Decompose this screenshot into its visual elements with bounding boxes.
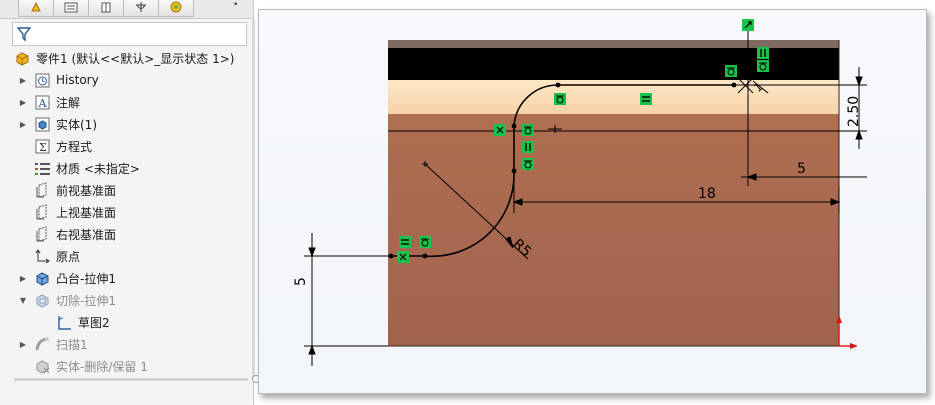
tree-item-label: 扫描1 bbox=[56, 337, 88, 352]
dim-offset-5[interactable]: 5 bbox=[797, 161, 806, 177]
tree-item[interactable]: ▶ 实体(1) bbox=[18, 114, 97, 134]
graphics-viewport[interactable]: R5 1 2.50 5 18 5 bbox=[258, 9, 927, 394]
tree-item[interactable]: Σ 方程式 bbox=[18, 136, 92, 156]
display-manager-icon bbox=[170, 1, 182, 13]
sketch-icon bbox=[56, 314, 73, 331]
equations-icon: Σ bbox=[34, 138, 51, 155]
dim-height-left-5-lines bbox=[304, 233, 391, 366]
svg-text:Σ: Σ bbox=[39, 141, 47, 154]
tree-item-label: 草图2 bbox=[78, 315, 110, 330]
svg-text:A: A bbox=[38, 97, 48, 110]
tree-part-root[interactable]: 零件1 (默认<<默认>_显示状态 1>) bbox=[14, 48, 234, 68]
tree-item[interactable]: 右视基准面 bbox=[18, 224, 116, 244]
plane-icon bbox=[34, 225, 51, 243]
part-body bbox=[388, 40, 840, 347]
coincident-relation-icon bbox=[397, 251, 409, 263]
tree-item-label: 注解 bbox=[56, 95, 81, 110]
tree-item-label: 上视基准面 bbox=[56, 205, 117, 220]
configuration-manager-icon bbox=[101, 2, 111, 13]
sketch-canvas[interactable]: R5 1 2.50 5 18 5 bbox=[259, 10, 926, 393]
fix-relation-icon bbox=[742, 19, 754, 31]
plane-icon bbox=[34, 181, 51, 199]
body-delete-icon bbox=[34, 358, 51, 375]
part-label: 零件1 (默认<<默认>_显示状态 1>) bbox=[36, 51, 235, 66]
tab-dimxpert-manager[interactable] bbox=[123, 0, 159, 17]
tree-item[interactable]: 前视基准面 bbox=[18, 180, 116, 200]
tree-item[interactable]: ▶ A 注解 bbox=[18, 92, 80, 112]
expand-arrow-icon[interactable]: ▶ bbox=[18, 76, 28, 85]
tab-property-manager[interactable] bbox=[53, 0, 89, 17]
tangent-relation-icon bbox=[522, 124, 534, 136]
origin-triad-icon bbox=[836, 315, 858, 349]
tree-item[interactable]: 实体-删除/保留 1 bbox=[18, 356, 148, 376]
tree-item-label: 方程式 bbox=[56, 139, 93, 154]
tree-item[interactable]: 上视基准面 bbox=[18, 202, 116, 222]
tree-item[interactable]: 材质 <未指定> bbox=[18, 158, 140, 178]
feature-filter-input[interactable] bbox=[12, 22, 247, 46]
tab-display-manager[interactable] bbox=[158, 0, 194, 17]
tree-item[interactable]: ▶ 凸台-拉伸1 bbox=[18, 268, 116, 288]
tree-item-label: 右视基准面 bbox=[56, 227, 117, 242]
expand-arrow-icon[interactable]: ▶ bbox=[18, 340, 28, 349]
panel-horizontal-scrollbar[interactable] bbox=[14, 378, 248, 381]
horizontal-relation-icon bbox=[399, 236, 411, 248]
tree-item-label: 切除-拉伸1 bbox=[56, 293, 116, 308]
expand-arrow-icon[interactable]: ▶ bbox=[18, 98, 28, 107]
plane-icon bbox=[34, 203, 51, 221]
tangent-relation-icon bbox=[522, 158, 534, 170]
history-icon bbox=[34, 72, 51, 89]
tree-item-label: 实体-删除/保留 1 bbox=[56, 359, 148, 374]
part-icon bbox=[14, 50, 31, 67]
tree-item-label: History bbox=[56, 73, 99, 87]
dim-width-18[interactable]: 18 bbox=[698, 186, 716, 202]
expand-arrow-icon[interactable]: ▶ bbox=[18, 120, 28, 129]
dim-height-left-5[interactable]: 5 bbox=[293, 277, 309, 286]
tree-item-label: 实体(1) bbox=[56, 117, 97, 132]
dimxpert-icon bbox=[136, 2, 146, 12]
horizontal-relation-icon bbox=[640, 93, 652, 105]
coincident-relation-icon bbox=[494, 124, 506, 136]
annotations-icon: A bbox=[34, 94, 51, 111]
expand-arrow-icon[interactable]: ▶ bbox=[18, 274, 28, 283]
filter-icon bbox=[16, 27, 32, 42]
vertical-relation-icon bbox=[522, 141, 534, 153]
material-icon bbox=[34, 160, 51, 177]
cut-extrude-icon bbox=[34, 292, 51, 309]
tree-item[interactable]: ▼ 切除-拉伸1 bbox=[18, 290, 116, 310]
tab-configuration-manager[interactable] bbox=[88, 0, 124, 17]
solid-bodies-icon bbox=[34, 116, 51, 133]
tree-item-label: 凸台-拉伸1 bbox=[56, 271, 116, 286]
tangent-relation-icon bbox=[554, 93, 566, 105]
tree-item-label: 前视基准面 bbox=[56, 183, 117, 198]
tree-item[interactable]: 草图2 bbox=[40, 312, 110, 332]
feature-manager-panel: • 零件1 (默认<<默认>_显示状态 1>) ▶ History ▶ A 注解 ▶ 实体(… bbox=[0, 0, 260, 405]
sweep-icon bbox=[34, 336, 51, 353]
origin-icon bbox=[34, 248, 51, 265]
tangent-relation-icon bbox=[725, 65, 737, 77]
feature-manager-icon bbox=[31, 1, 41, 12]
tree-item[interactable]: ▶ 扫描1 bbox=[18, 334, 88, 354]
dim-height-2-50[interactable]: 2.50 bbox=[846, 96, 862, 127]
tree-item[interactable]: ▶ History bbox=[18, 70, 99, 90]
tree-item[interactable]: 原点 bbox=[18, 246, 80, 266]
tab-feature-manager[interactable] bbox=[18, 0, 54, 17]
tabs-overflow-chevron-icon[interactable]: • bbox=[233, 0, 238, 10]
property-manager-icon bbox=[64, 2, 78, 13]
tree-item-label: 原点 bbox=[56, 249, 81, 264]
tangent-relation-icon bbox=[419, 236, 431, 248]
panel-vertical-scrollbar[interactable] bbox=[252, 20, 255, 380]
manager-tabs: • bbox=[0, 0, 253, 19]
tangent-relation-icon bbox=[757, 60, 769, 72]
boss-extrude-icon bbox=[34, 270, 51, 287]
vertical-relation-icon bbox=[757, 47, 769, 59]
collapse-arrow-icon[interactable]: ▼ bbox=[18, 296, 28, 305]
tree-item-label: 材质 <未指定> bbox=[56, 161, 140, 176]
